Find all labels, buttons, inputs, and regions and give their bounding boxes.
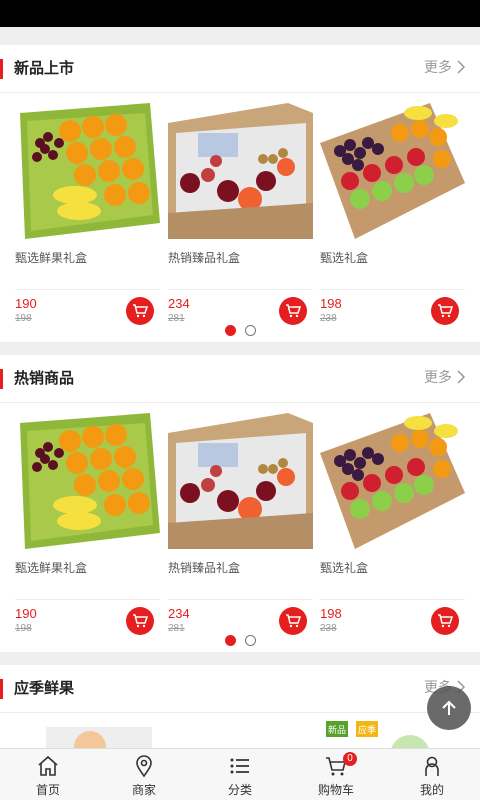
tab-label: 购物车 (317, 783, 354, 797)
section-accent-bar (0, 59, 3, 79)
list-icon (230, 758, 249, 774)
tab-label: 首页 (35, 783, 60, 797)
carousel-dots (0, 325, 480, 336)
section-header: 热销商品 更多 (0, 355, 480, 403)
divider (320, 289, 465, 290)
product-carousel[interactable]: 甄选鲜果礼盒 190 198 热销臻品礼盒 234 281 甄选礼盒 198 2… (0, 403, 480, 653)
product-name: 热销臻品礼盒 (168, 251, 241, 265)
tag-seasonal: 应季 (358, 724, 376, 736)
divider (168, 289, 313, 290)
home-icon (38, 755, 58, 776)
arrow-up-icon (442, 700, 456, 715)
product-carousel[interactable]: 甄选鲜果礼盒 190 198 热销臻品礼盒 234 281 甄选礼盒 198 2… (0, 93, 480, 343)
cart-count-badge: 0 (343, 752, 357, 766)
section-seasonal-fruits: 应季鲜果 更多 新品 应季 (0, 665, 480, 748)
more-label: 更多 (424, 369, 452, 385)
section-accent-bar (0, 369, 3, 389)
section-header: 新品上市 更多 (0, 45, 480, 93)
more-link[interactable]: 更多 (424, 367, 466, 387)
add-to-cart-button[interactable] (279, 297, 307, 325)
carousel-dot[interactable] (224, 635, 236, 646)
more-link[interactable]: 更多 (424, 57, 466, 77)
section-accent-bar (0, 679, 3, 699)
back-to-top-button[interactable] (427, 686, 471, 730)
product-name: 甄选鲜果礼盒 (15, 251, 88, 265)
tab-home[interactable]: 首页 (0, 749, 96, 800)
section-title: 热销商品 (14, 370, 75, 387)
product-name: 甄选鲜果礼盒 (15, 561, 88, 575)
product-card[interactable]: 甄选鲜果礼盒 190 198 (15, 103, 160, 325)
section-new-products: 新品上市 更多 甄选鲜果礼盒 190 198 热销臻品礼盒 234 281 甄选… (0, 45, 480, 342)
chevron-right-icon (457, 60, 466, 74)
product-card[interactable]: 甄选鲜果礼盒 190 198 (15, 413, 160, 635)
product-image (15, 413, 160, 549)
carousel-dot[interactable] (244, 635, 256, 646)
product-card[interactable]: 甄选礼盒 198 238 (320, 103, 465, 325)
product-card[interactable]: 热销臻品礼盒 234 281 (168, 103, 313, 325)
product-image (168, 103, 313, 239)
divider (15, 599, 160, 600)
cart-icon (438, 304, 453, 318)
section-hot-products: 热销商品 更多 甄选鲜果礼盒 190 198 热销臻品礼盒 234 281 甄选… (0, 355, 480, 652)
more-label: 更多 (424, 59, 452, 75)
chevron-right-icon (457, 370, 466, 384)
add-to-cart-button[interactable] (431, 607, 459, 635)
product-image (168, 413, 313, 549)
add-to-cart-button[interactable] (126, 607, 154, 635)
product-name: 甄选礼盒 (320, 251, 369, 265)
cart-icon (133, 614, 148, 628)
product-image (15, 103, 160, 239)
product-image-row: 新品 应季 (46, 721, 429, 748)
carousel-dots (0, 635, 480, 646)
user-icon (425, 756, 439, 776)
tab-profile[interactable]: 我的 (384, 749, 480, 800)
location-pin-icon (136, 755, 152, 778)
status-bar (0, 0, 480, 27)
section-title: 新品上市 (14, 60, 75, 77)
tab-categories[interactable]: 分类 (192, 749, 288, 800)
cart-icon (438, 614, 453, 628)
tab-cart[interactable]: 0 购物车 (288, 749, 384, 800)
divider (168, 599, 313, 600)
product-card[interactable]: 甄选礼盒 198 238 (320, 413, 465, 635)
product-name: 热销臻品礼盒 (168, 561, 241, 575)
add-to-cart-button[interactable] (126, 297, 154, 325)
add-to-cart-button[interactable] (279, 607, 307, 635)
carousel-dot[interactable] (224, 325, 236, 336)
tag-new: 新品 (328, 724, 346, 736)
cart-icon (286, 614, 301, 628)
product-name: 甄选礼盒 (320, 561, 369, 575)
tab-label: 我的 (419, 783, 444, 797)
product-image (320, 413, 465, 549)
tab-label: 商家 (131, 783, 156, 797)
cart-icon (286, 304, 301, 318)
divider (320, 599, 465, 600)
section-header: 应季鲜果 更多 (0, 665, 480, 713)
section-title: 应季鲜果 (14, 680, 75, 697)
product-card[interactable]: 热销臻品礼盒 234 281 (168, 413, 313, 635)
cart-icon (133, 304, 148, 318)
product-image (320, 103, 465, 239)
tab-label: 分类 (227, 783, 252, 797)
divider (15, 289, 160, 290)
carousel-dot[interactable] (244, 325, 256, 336)
add-to-cart-button[interactable] (431, 297, 459, 325)
bottom-tab-bar: 首页 商家 分类 0 购物车 我的 (0, 748, 480, 800)
tab-merchants[interactable]: 商家 (96, 749, 192, 800)
